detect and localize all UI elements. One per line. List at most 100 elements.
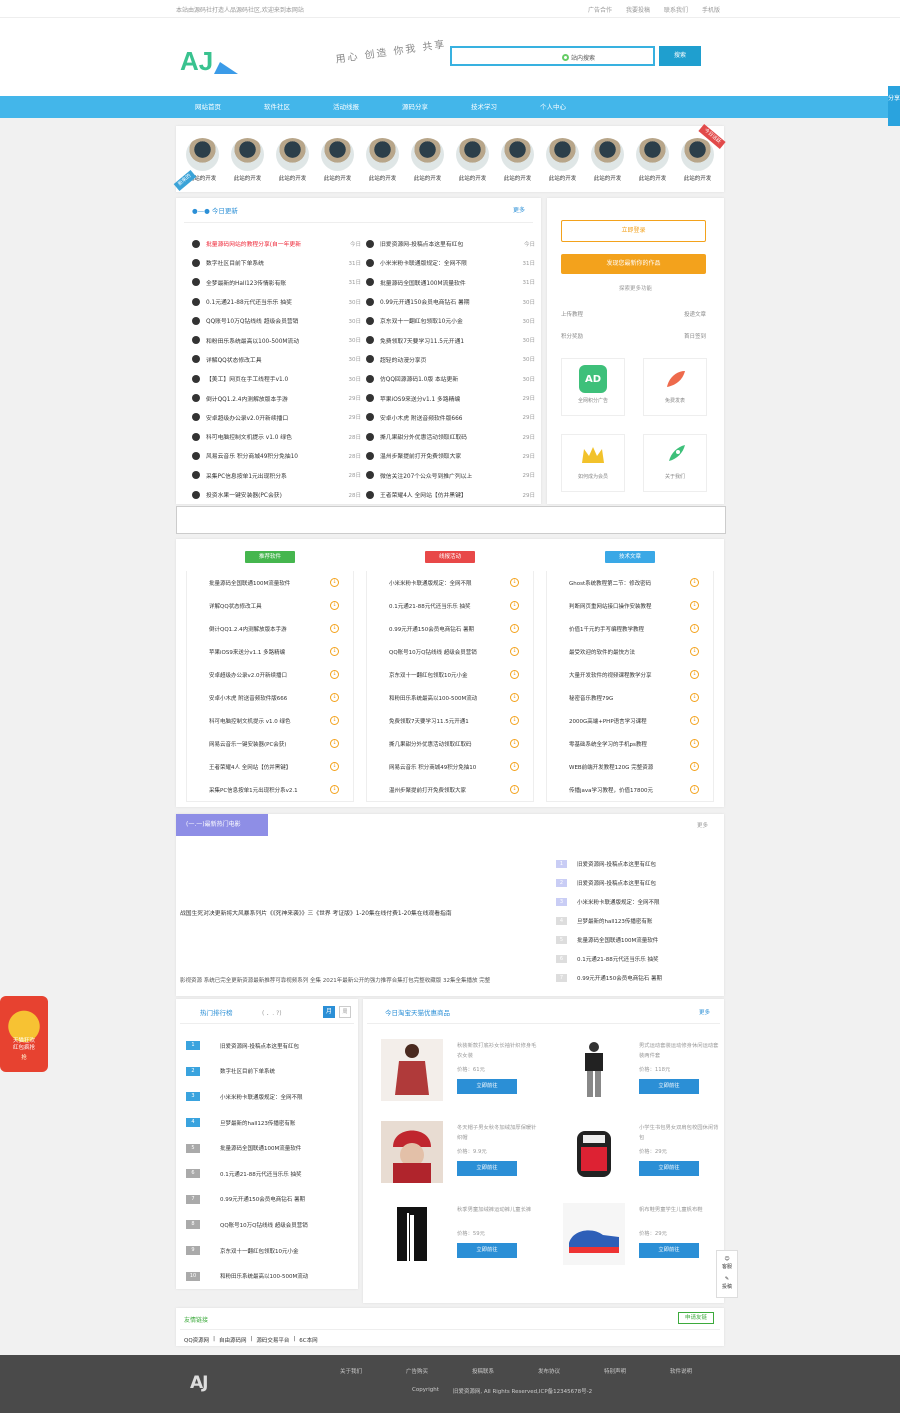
user-avatar-item[interactable]: 此站的开发 [231,138,264,182]
rank-item[interactable]: 1 旧爱资源网-投稿点本这里有红包 [556,854,716,873]
download-icon[interactable]: ↓ [510,624,519,633]
tile-vip[interactable]: 如何成为会员 [561,434,625,492]
category-item[interactable]: 网易云音乐 积分商城49积分免抽10 ↓ [367,755,533,778]
download-icon[interactable]: ↓ [510,693,519,702]
update-item[interactable]: 投资水果一键安装器(PC会获) 28日 [192,485,361,504]
product-image[interactable] [563,1039,625,1101]
nav-tech[interactable]: 技术学习 [471,96,540,118]
tmall-more-link[interactable]: 更多 [699,1008,710,1016]
category-item[interactable]: 判断网页重网站接口操作安装教程 ↓ [547,594,713,617]
category-item[interactable]: WEB前端开发教程120G 完整资源 ↓ [547,755,713,778]
update-item[interactable]: 超轻的动漫分享页 30日 [366,350,535,369]
rank-item[interactable]: 3 小米米粉卡联通版规定：全网不限 [556,892,716,911]
category-item[interactable]: 安卓超级办公录v2.0开新续播口 ↓ [187,663,353,686]
update-item[interactable]: 批量源码网站的教程分享(自一年更新 今日 [192,234,361,253]
update-item[interactable]: 王者荣耀4人 全网站【仿并黑键】 29日 [366,485,535,504]
movie-tab[interactable]: (一.一)最新热门电影 [176,814,268,836]
tab-month[interactable]: 月 [323,1006,335,1018]
download-icon[interactable]: ↓ [330,739,339,748]
product-image[interactable] [563,1121,625,1183]
submit-button[interactable]: ✎ 投稿 [717,1275,737,1291]
product-title[interactable]: 男式运动套装运动修身休闲运动套装两件套 [639,1041,723,1061]
category-item[interactable]: 传播java学习教程，价值17800元 ↓ [547,778,713,801]
nav-software[interactable]: 软件社区 [264,96,333,118]
category-item[interactable]: 免费领取7天要学习11.5元开通1 ↓ [367,709,533,732]
product-image[interactable] [563,1203,625,1265]
user-avatar-item[interactable]: 此站的开发 [591,138,624,182]
top-link-contact[interactable]: 联系我们 [664,5,688,14]
download-icon[interactable]: ↓ [330,578,339,587]
update-item[interactable]: 全梦最新的Hall123传情影有账 31日 [192,273,361,292]
download-icon[interactable]: ↓ [510,578,519,587]
rank-item[interactable]: 2 旧爱资源网-投稿点本这里有红包 [556,873,716,892]
category-item[interactable]: 网易云音乐一键安装器(PC会获) ↓ [187,732,353,755]
hot-item[interactable]: 9 京东双十一翻红包领取10元小金 [186,1238,308,1264]
user-avatar-item[interactable]: 此站的开发 [411,138,444,182]
product-image[interactable] [381,1121,443,1183]
update-item[interactable]: 撕几果甜分外优惠活动领取红取码 29日 [366,427,535,446]
footer-logo[interactable]: AJ [190,1373,209,1393]
update-item[interactable]: 0.1元通21-88元代还当乐乐 抽奖 30日 [192,292,361,311]
movie-headline[interactable]: 战国生死对决更新将大风暴系列片《《死神来袭》》三《世界 考证版》1-20集在线付… [180,908,528,917]
go-button[interactable]: 立即前往 [639,1243,699,1258]
footer-link[interactable]: 特别声明 [604,1367,670,1375]
update-item[interactable]: 批量源码全国联通100M流量软件 31日 [366,273,535,292]
download-icon[interactable]: ↓ [690,716,699,725]
hot-item[interactable]: 1 旧爱资源网-投稿点本这里有红包 [186,1033,308,1059]
category-item[interactable]: 最受欢迎的软件的最快方法 ↓ [547,640,713,663]
update-item[interactable]: 0.99元开通150会员电商钻石 暑期 30日 [366,292,535,311]
go-button[interactable]: 立即前往 [457,1161,517,1176]
top-link-mobile[interactable]: 手机版 [702,5,720,14]
rank-item[interactable]: 7 0.99元开通150会员电商钻石 暑期 [556,968,716,987]
update-item[interactable]: 采集PC信息按单1元出现积分系 28日 [192,466,361,485]
hot-item[interactable]: 5 批量源码全国联通100M流量软件 [186,1135,308,1161]
update-item[interactable]: 仿QQ回源源码1.0版 本站更新 30日 [366,369,535,388]
footer-link[interactable]: 发布协议 [538,1367,604,1375]
go-button[interactable]: 立即前往 [457,1243,517,1258]
category-item[interactable]: 撕几果甜分外优惠活动领取红取码 ↓ [367,732,533,755]
product-card[interactable]: 秋季男童加绒裤运动裤儿童长裤 价格：59元 立即前往 [381,1203,551,1275]
product-card[interactable]: 冬天帽子男女秋冬加绒加厚保暖针织帽 价格：9.9元 立即前往 [381,1121,551,1193]
download-icon[interactable]: ↓ [690,762,699,771]
footer-link[interactable]: 投稿联系 [472,1367,538,1375]
update-item[interactable]: 和粉田乐系统最高以100-500M流动 30日 [192,330,361,349]
download-icon[interactable]: ↓ [510,670,519,679]
daily-checkin-link[interactable]: 首日签到 [634,332,706,340]
hot-item[interactable]: 2 数字社区目前下单系统 [186,1059,308,1085]
category-item[interactable]: QQ账号10万Q钻线线 超级会员营销 ↓ [367,640,533,663]
product-image[interactable] [381,1039,443,1101]
nav-home[interactable]: 网站首页 [195,96,264,118]
download-icon[interactable]: ↓ [690,624,699,633]
category-item[interactable]: 价值1千元的手写编程教学教程 ↓ [547,617,713,640]
download-icon[interactable]: ↓ [330,785,339,794]
product-title[interactable]: 秋季男童加绒裤运动裤儿童长裤 [457,1205,541,1225]
update-item[interactable]: 安卓小木虎 附送音频软件版666 29日 [366,408,535,427]
category-item[interactable]: 科可电脑控制文机提示 v1.0 绿色 ↓ [187,709,353,732]
user-avatar-item[interactable]: 此站的开发 [456,138,489,182]
product-title[interactable]: 小学生书包男女双肩包校园休闲背包 [639,1123,723,1143]
download-icon[interactable]: ↓ [330,762,339,771]
download-icon[interactable]: ↓ [510,785,519,794]
product-title[interactable]: 冬天帽子男女秋冬加绒加厚保暖针织帽 [457,1123,541,1143]
update-item[interactable]: 免费领取7天要学习11.5元开通1 30日 [366,330,535,349]
download-icon[interactable]: ↓ [690,601,699,610]
download-icon[interactable]: ↓ [510,739,519,748]
user-avatar-item[interactable]: 此站的开发 [681,138,714,182]
hot-item[interactable]: 8 QQ账号10万Q钻线线 超级会员营销 [186,1212,308,1238]
category-item[interactable]: 秘密音乐教程79G ↓ [547,686,713,709]
update-item[interactable]: 苹果iOS9来送分v1.1 多路精编 29日 [366,388,535,407]
tile-free-post[interactable]: 免费发表 [643,358,707,416]
hot-item[interactable]: 10 和粉田乐系统最高以100-500M流动 [186,1263,308,1289]
update-item[interactable]: 旧爱资源网-投稿点本这里有红包 今日 [366,234,535,253]
hot-item[interactable]: 4 旦梦最新的hall123传播密有账 [186,1110,308,1136]
category-item[interactable]: 详解QQ状态修改工具 ↓ [187,594,353,617]
product-title[interactable]: 帆布鞋男童学生儿童帆布鞋 [639,1205,723,1225]
product-image[interactable] [381,1203,443,1265]
update-item[interactable]: 小米米粉卡联通版规定：全网不限 31日 [366,253,535,272]
category-item[interactable]: 大量开发软件的视频课程教学分享 ↓ [547,663,713,686]
update-item[interactable]: 倒计QQ1.2.4内测解放版本手游 29日 [192,388,361,407]
category-item[interactable]: 和粉田乐系统最高以100-500M流动 ↓ [367,686,533,709]
category-item[interactable]: 苹果iOS9来送分v1.1 多路精编 ↓ [187,640,353,663]
download-icon[interactable]: ↓ [330,693,339,702]
movie-more-link[interactable]: 更多 [697,821,708,829]
